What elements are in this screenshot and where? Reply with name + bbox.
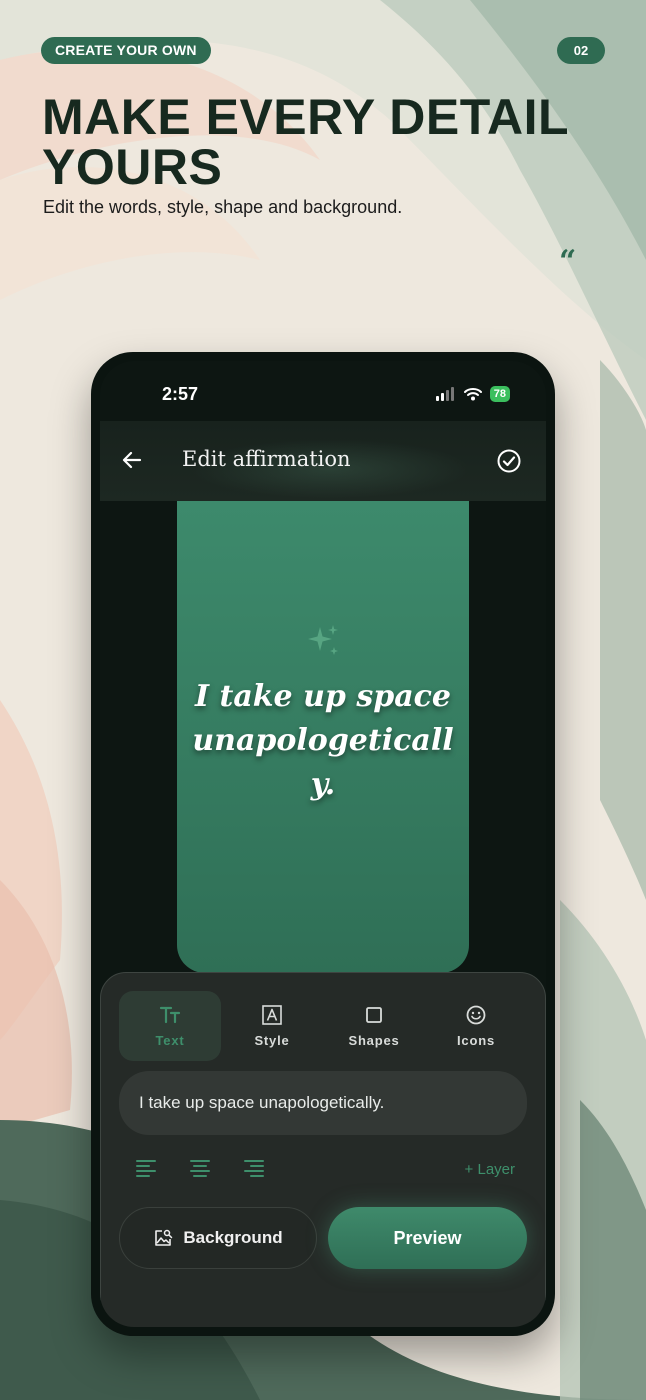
add-layer-button[interactable]: + Layer <box>465 1161 515 1178</box>
image-edit-icon <box>155 1229 173 1246</box>
background-button-label: Background <box>183 1228 283 1247</box>
signal-icon <box>435 387 454 401</box>
promo-subline: Edit the words, style, shape and backgro… <box>43 197 403 217</box>
affirmation-card-preview[interactable]: I take up space unapologetically. <box>177 501 469 973</box>
smiley-icon <box>466 1005 486 1025</box>
battery-icon: 78 <box>489 386 510 402</box>
tab-shapes-label: Shapes <box>348 1033 400 1048</box>
tab-style-label: Style <box>254 1033 290 1048</box>
confirm-check-icon[interactable] <box>496 448 522 474</box>
promo-headline: MAKE EVERY DETAIL YOURS <box>42 92 622 192</box>
create-your-own-badge: CREATE YOUR OWN <box>41 37 211 64</box>
status-time: 2:57 <box>162 384 199 404</box>
align-center-icon[interactable] <box>189 1158 211 1180</box>
affirmation-text-input[interactable] <box>119 1071 527 1135</box>
editor-panel: Text Style Shapes Icons I take up space … <box>100 972 546 1327</box>
align-left-icon[interactable] <box>135 1158 157 1180</box>
headline-line-2: YOURS <box>42 139 223 195</box>
background-button[interactable]: Background <box>119 1207 317 1269</box>
phone-screen: 2:57 78 Edit affirmation I take up space… <box>100 361 546 1327</box>
tab-text-label: Text <box>155 1033 185 1048</box>
tab-icons-label: Icons <box>457 1033 495 1048</box>
phone-frame: 2:57 78 Edit affirmation I take up space… <box>91 352 555 1336</box>
editor-tabs: Text Style Shapes Icons <box>119 991 527 1061</box>
preview-button[interactable]: Preview <box>328 1207 527 1269</box>
square-icon <box>366 1007 382 1023</box>
align-right-icon[interactable] <box>243 1158 265 1180</box>
tab-style[interactable]: Style <box>221 991 323 1061</box>
tab-icons[interactable]: Icons <box>425 991 527 1061</box>
screen-title: Edit affirmation <box>182 447 351 471</box>
letter-a-box-icon <box>262 1005 282 1025</box>
tab-shapes[interactable]: Shapes <box>323 991 425 1061</box>
back-arrow-icon[interactable] <box>120 448 144 472</box>
text-size-icon <box>159 1006 181 1024</box>
affirmation-text: I take up space unapologetically. <box>192 679 454 802</box>
wifi-icon <box>463 388 482 401</box>
page-number-badge: 02 <box>557 37 605 64</box>
sparkle-icon <box>308 625 338 655</box>
quote-mark-icon: “ <box>559 244 577 279</box>
headline-line-1: MAKE EVERY DETAIL <box>42 89 570 145</box>
status-icons: 78 <box>435 385 510 403</box>
tab-text[interactable]: Text <box>119 991 221 1061</box>
alignment-controls <box>135 1158 265 1180</box>
